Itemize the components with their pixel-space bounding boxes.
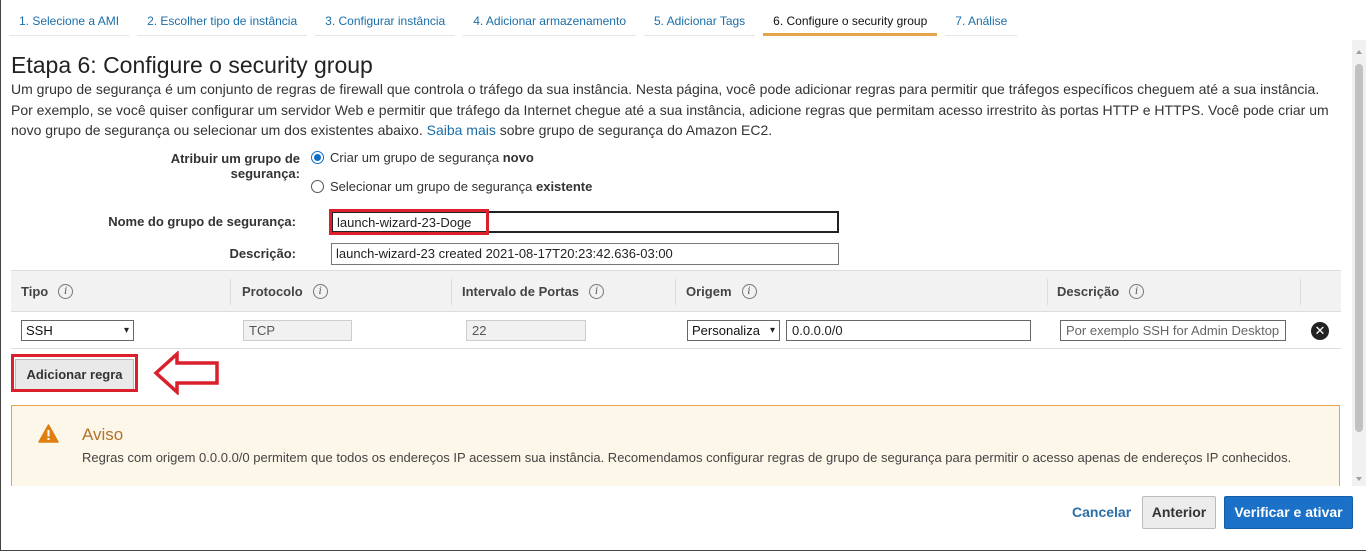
info-icon[interactable]: i (58, 284, 74, 299)
vertical-scrollbar[interactable] (1352, 40, 1366, 486)
rule-type-select[interactable]: SSH ▾ (21, 320, 134, 341)
remove-rule-icon[interactable]: ✕ (1311, 322, 1329, 340)
column-divider (1300, 279, 1301, 305)
tab-select-ami[interactable]: 1. Selecione a AMI (9, 6, 130, 36)
info-icon[interactable]: i (741, 284, 757, 299)
description-label: Descrição: (229, 246, 296, 261)
column-divider (1047, 279, 1048, 305)
rule-description-input[interactable]: Por exemplo SSH for Admin Desktop (1060, 320, 1286, 341)
info-icon[interactable]: i (1129, 284, 1145, 299)
col-protocol: Protocolo i (242, 284, 328, 299)
rule-protocol-field: TCP (243, 320, 352, 341)
intro-suffix: sobre grupo de segurança do Amazon EC2. (499, 122, 773, 138)
col-type: Tipo i (21, 284, 74, 299)
radio-create-new[interactable]: Criar um grupo de segurança novo (311, 150, 534, 165)
chevron-down-icon: ▾ (769, 325, 775, 336)
rules-table-header: Tipo i Protocolo i Intervalo de Portas i Or… (11, 270, 1341, 312)
add-rule-button[interactable]: Adicionar regra (15, 359, 134, 390)
intro-paragraph: Um grupo de segurança é um conjunto de r… (11, 79, 1341, 141)
rules-table: Tipo i Protocolo i Intervalo de Portas i Or… (11, 270, 1341, 349)
tab-instance-type[interactable]: 2. Escolher tipo de instância (137, 6, 308, 36)
column-divider (675, 279, 676, 305)
warning-title: Aviso (82, 425, 124, 444)
col-port-range: Intervalo de Portas i (462, 284, 605, 299)
tab-add-tags[interactable]: 5. Adicionar Tags (644, 6, 756, 36)
annotation-arrow-icon (153, 351, 219, 395)
scrollbar-thumb[interactable] (1355, 64, 1363, 432)
warning-panel: Aviso Regras com origem 0.0.0.0/0 permit… (11, 405, 1340, 486)
previous-button[interactable]: Anterior (1142, 496, 1216, 529)
rule-source-cidr-input[interactable]: 0.0.0.0/0 (786, 320, 1031, 341)
scroll-up-icon[interactable] (1356, 50, 1362, 54)
warning-icon (38, 424, 59, 443)
description-input[interactable]: launch-wizard-23 created 2021-08-17T20:2… (331, 243, 839, 265)
page-title: Etapa 6: Configure o security group (11, 52, 373, 78)
assign-group-label: Atribuir um grupo de segurança: (170, 151, 300, 181)
wizard-steps: 1. Selecione a AMI 2. Escolher tipo de i… (9, 6, 1025, 38)
rule-source-select[interactable]: Personaliza ▾ (687, 320, 780, 341)
review-and-launch-button[interactable]: Verificar e ativar (1224, 496, 1353, 529)
table-row: SSH ▾ TCP 22 Personaliza ▾ 0.0.0.0/0 Por e… (11, 312, 1341, 349)
radio-create-new-control[interactable] (311, 151, 324, 164)
radio-select-existing[interactable]: Selecionar um grupo de segurança existen… (311, 179, 592, 194)
learn-more-link[interactable]: Saiba mais (427, 122, 496, 138)
tab-add-storage[interactable]: 4. Adicionar armazenamento (463, 6, 636, 36)
tab-review[interactable]: 7. Análise (945, 6, 1018, 36)
tab-configure-instance[interactable]: 3. Configurar instância (315, 6, 456, 36)
info-icon[interactable]: i (589, 284, 605, 299)
group-name-input[interactable]: launch-wizard-23-Doge (331, 211, 839, 233)
rule-port-range-field: 22 (466, 320, 586, 341)
scroll-down-icon[interactable] (1356, 477, 1362, 481)
col-source: Origem i (686, 284, 757, 299)
warning-text: Regras com origem 0.0.0.0/0 permitem que… (82, 450, 1292, 465)
group-name-label: Nome do grupo de segurança: (108, 214, 296, 229)
tab-security-group[interactable]: 6. Configure o security group (763, 6, 938, 36)
footer-bar: Cancelar Anterior Verificar e ativar (1, 486, 1366, 550)
cancel-button[interactable]: Cancelar (1072, 504, 1131, 520)
radio-select-existing-label: Selecionar um grupo de segurança existen… (330, 179, 593, 194)
column-divider (230, 279, 231, 305)
col-description: Descrição i (1057, 284, 1145, 299)
radio-create-new-label: Criar um grupo de segurança novo (330, 150, 534, 165)
chevron-down-icon: ▾ (123, 325, 129, 336)
content-area[interactable]: Etapa 6: Configure o security group Um g… (1, 40, 1353, 486)
column-divider (451, 279, 452, 305)
info-icon[interactable]: i (312, 284, 328, 299)
radio-select-existing-control[interactable] (311, 180, 324, 193)
